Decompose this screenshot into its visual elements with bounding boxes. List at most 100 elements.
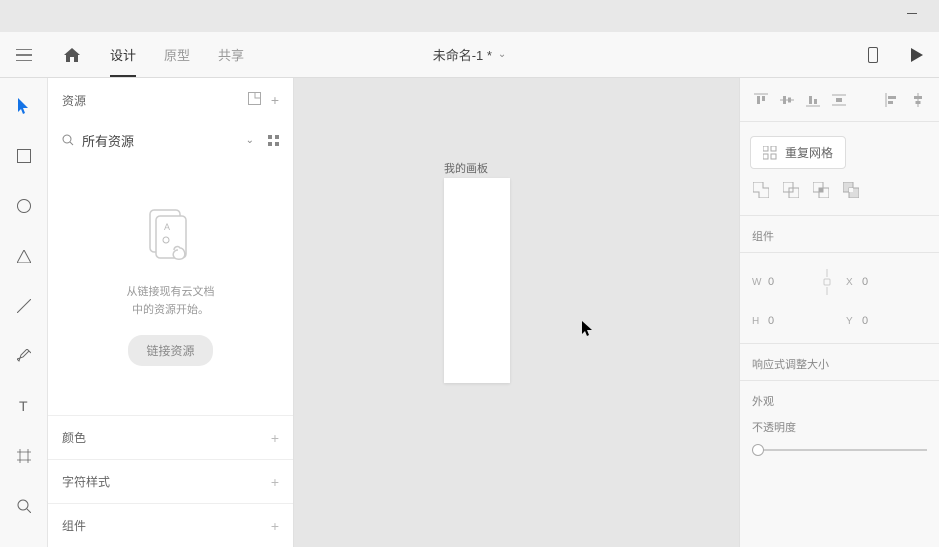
assets-panel: 资源 + 所有资源 ⌄ A 从链接现有云文档 中的资: [48, 78, 294, 547]
appearance-section: 外观 不透明度: [740, 381, 939, 469]
link-assets-button[interactable]: 链接资源: [128, 335, 212, 366]
tool-ellipse[interactable]: [8, 190, 40, 222]
search-text: 所有资源: [82, 131, 238, 150]
artboard-icon: [17, 449, 31, 463]
character-styles-section[interactable]: 字符样式 +: [48, 459, 293, 503]
width-input[interactable]: 0: [768, 276, 808, 288]
tab-label: 共享: [218, 45, 244, 64]
opacity-slider[interactable]: [752, 443, 927, 457]
x-input[interactable]: 0: [862, 276, 902, 288]
hamburger-menu[interactable]: [0, 32, 48, 77]
slider-thumb[interactable]: [752, 444, 764, 456]
line-icon: [17, 299, 31, 313]
y-label: Y: [846, 316, 858, 327]
document-title-dropdown[interactable]: 未命名-1 * ⌄: [433, 45, 507, 64]
canvas[interactable]: 我的画板: [294, 78, 739, 547]
tool-rail: T: [0, 78, 48, 547]
transform-section: W 0 X 0 H 0 Y 0: [740, 253, 939, 344]
mobile-icon: [868, 47, 878, 63]
cloud-doc-illustration: A: [146, 208, 196, 268]
tool-select[interactable]: [8, 90, 40, 122]
section-label: 组件: [62, 517, 86, 534]
grid-view-icon[interactable]: [268, 135, 279, 146]
hamburger-icon: [16, 49, 32, 61]
add-icon[interactable]: +: [271, 518, 279, 534]
assets-search[interactable]: 所有资源 ⌄: [48, 122, 293, 158]
rectangle-icon: [17, 149, 31, 163]
main-area: T 资源 + 所有资源 ⌄: [0, 78, 939, 547]
tab-design[interactable]: 设计: [96, 32, 150, 77]
align-bottom-icon[interactable]: [802, 89, 824, 111]
tool-pen[interactable]: [8, 340, 40, 372]
boolean-subtract-icon[interactable]: [780, 179, 802, 201]
tool-zoom[interactable]: [8, 490, 40, 522]
tool-rectangle[interactable]: [8, 140, 40, 172]
grid-icon: [763, 146, 777, 160]
components-section[interactable]: 组件 +: [48, 503, 293, 547]
document-title-text: 未命名-1 *: [433, 45, 492, 64]
play-button[interactable]: [895, 32, 939, 77]
colors-section[interactable]: 颜色 +: [48, 415, 293, 459]
home-icon: [64, 48, 80, 62]
width-label: W: [752, 277, 764, 288]
home-button[interactable]: [48, 32, 96, 77]
appearance-label: 外观: [752, 393, 927, 409]
assets-title: 资源: [62, 92, 86, 109]
ellipse-icon: [17, 199, 31, 213]
opacity-control: 不透明度: [752, 419, 927, 457]
y-input[interactable]: 0: [862, 315, 902, 327]
repeat-grid-label: 重复网格: [785, 144, 833, 161]
boolean-exclude-icon[interactable]: [840, 179, 862, 201]
boolean-ops: [750, 179, 929, 201]
chevron-down-icon: ⌄: [246, 135, 254, 146]
play-icon: [911, 48, 923, 62]
opacity-label: 不透明度: [752, 419, 927, 435]
zoom-icon: [17, 499, 31, 513]
tab-label: 设计: [110, 45, 136, 64]
properties-panel: 重复网格 组件 W 0 X 0 H 0 Y 0: [739, 78, 939, 547]
section-label: 颜色: [62, 429, 86, 446]
tool-polygon[interactable]: [8, 240, 40, 272]
window-titlebar: [0, 0, 939, 32]
mode-tabs: 设计 原型 共享: [96, 32, 258, 77]
boolean-intersect-icon[interactable]: [810, 179, 832, 201]
tool-text[interactable]: T: [8, 390, 40, 422]
section-label: 字符样式: [62, 473, 110, 490]
chevron-down-icon: ⌄: [498, 49, 506, 60]
tool-artboard[interactable]: [8, 440, 40, 472]
top-toolbar: 设计 原型 共享 未命名-1 * ⌄: [0, 32, 939, 78]
repeat-grid-section: 重复网格: [740, 122, 939, 216]
align-tools: [740, 78, 939, 122]
text-icon: T: [17, 399, 31, 413]
tab-prototype[interactable]: 原型: [150, 32, 204, 77]
height-label: H: [752, 316, 764, 327]
align-left-icon[interactable]: [881, 89, 903, 111]
add-icon[interactable]: +: [271, 92, 279, 108]
repeat-grid-button[interactable]: 重复网格: [750, 136, 846, 169]
tab-label: 原型: [164, 45, 190, 64]
device-preview-button[interactable]: [851, 32, 895, 77]
triangle-icon: [17, 250, 31, 263]
boolean-union-icon[interactable]: [750, 179, 772, 201]
lock-aspect-icon[interactable]: [812, 269, 842, 295]
search-icon: [62, 134, 74, 146]
add-icon[interactable]: +: [271, 430, 279, 446]
svg-text:A: A: [164, 222, 170, 232]
artboard[interactable]: [444, 178, 510, 383]
x-label: X: [846, 277, 858, 288]
assets-empty-state: A 从链接现有云文档 中的资源开始。 链接资源: [48, 158, 293, 415]
responsive-section-label: 响应式调整大小: [740, 344, 939, 381]
add-icon[interactable]: +: [271, 474, 279, 490]
library-icon[interactable]: [248, 92, 261, 108]
align-hcenter-icon[interactable]: [907, 89, 929, 111]
tab-share[interactable]: 共享: [204, 32, 258, 77]
artboard-label[interactable]: 我的画板: [444, 160, 488, 176]
align-top-icon[interactable]: [750, 89, 772, 111]
minimize-button[interactable]: [907, 13, 917, 14]
distribute-v-icon[interactable]: [828, 89, 850, 111]
topbar-right-tools: [851, 32, 939, 77]
height-input[interactable]: 0: [768, 315, 808, 327]
align-vcenter-icon[interactable]: [776, 89, 798, 111]
assets-header: 资源 +: [48, 78, 293, 122]
tool-line[interactable]: [8, 290, 40, 322]
